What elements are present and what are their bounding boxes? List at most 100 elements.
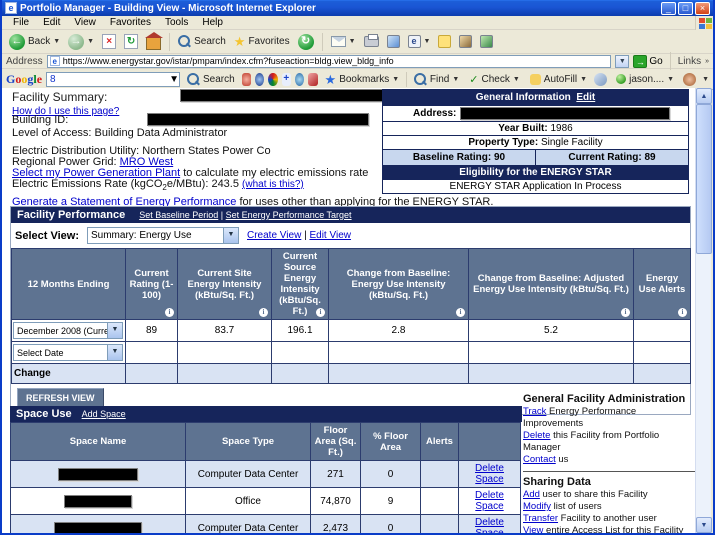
change-eui-value: 2.8 — [328, 319, 469, 342]
popup-blocker-icon[interactable] — [308, 72, 318, 86]
favorites-button[interactable]: ★ Favorites — [231, 34, 293, 49]
address-input[interactable]: e https://www.energystar.gov/istar/pmpam… — [46, 54, 612, 68]
toolbar-separator — [669, 52, 671, 70]
delete-space-link[interactable]: Delete Space — [475, 490, 504, 512]
web-globe-icon[interactable] — [254, 72, 265, 86]
translate-icon[interactable] — [294, 72, 305, 86]
check-button[interactable]: ✓ Check ▼ — [466, 72, 523, 87]
mail-button[interactable]: ▼ — [328, 35, 359, 48]
print-button[interactable] — [361, 34, 382, 48]
links-more-icon[interactable]: » — [705, 58, 709, 65]
forward-dropdown-icon[interactable]: ▼ — [87, 38, 94, 45]
info-icon[interactable]: i — [621, 308, 630, 317]
modify-users-link[interactable]: Modify — [523, 501, 551, 512]
search-icon — [178, 35, 191, 48]
refresh-button[interactable]: ↻ — [121, 33, 141, 50]
view-select[interactable]: Summary: Energy Use ▼ — [87, 227, 239, 244]
menu-help[interactable]: Help — [195, 17, 230, 28]
google-search-input[interactable]: 8 ▼ — [46, 71, 180, 87]
menu-edit[interactable]: Edit — [36, 17, 67, 28]
space-name-redacted — [58, 467, 138, 481]
create-view-link[interactable]: Create View — [247, 230, 301, 241]
go-arrow-icon: → — [633, 54, 648, 68]
back-dropdown-icon[interactable]: ▼ — [53, 38, 60, 45]
scroll-down-icon[interactable]: ▼ — [696, 517, 712, 533]
menu-view[interactable]: View — [67, 17, 103, 28]
account-button[interactable]: jason.... ▼ — [613, 73, 677, 86]
building-id-label: Building ID: — [12, 114, 69, 126]
search-button[interactable]: Search — [175, 34, 229, 49]
building-id-redacted — [147, 113, 369, 126]
back-icon: ← — [9, 33, 25, 50]
notes-button[interactable] — [435, 34, 454, 49]
close-button[interactable]: × — [695, 1, 710, 15]
settings-gear-icon[interactable] — [683, 72, 697, 86]
spinner-icon[interactable] — [268, 72, 278, 86]
edit-button[interactable] — [384, 34, 403, 49]
set-energy-target-link[interactable]: Set Energy Performance Target — [226, 210, 352, 220]
period-select-current[interactable]: December 2008 (Current) ▼ — [13, 322, 123, 339]
title-bar: e Portfolio Manager - Building View - Mi… — [2, 0, 713, 16]
period-select-empty[interactable]: Select Date ▼ — [13, 344, 123, 361]
delete-space-link[interactable]: Delete Space — [475, 463, 504, 485]
contact-link[interactable]: Contact — [523, 454, 556, 465]
source-eui-value: 196.1 — [271, 319, 329, 342]
discuss-button[interactable]: e ▼ — [405, 34, 434, 49]
add-user-link[interactable]: Add — [523, 489, 540, 500]
notes-icon — [438, 35, 452, 48]
space-name-redacted — [64, 494, 132, 508]
change-label: Change — [11, 363, 126, 384]
go-button[interactable]: → Go — [633, 54, 663, 68]
info-icon[interactable]: i — [259, 308, 268, 317]
wrench-icon[interactable] — [594, 72, 608, 86]
edit-general-info-link[interactable]: Edit — [576, 92, 595, 103]
info-icon[interactable]: i — [456, 308, 465, 317]
stop-button[interactable]: × — [99, 33, 119, 50]
bookmarks-button[interactable]: ★ Bookmarks ▼ — [322, 72, 403, 87]
track-link[interactable]: Track — [523, 406, 546, 417]
toolbar-separator — [321, 32, 323, 51]
menu-file[interactable]: File — [6, 17, 36, 28]
select-view-label: Select View: — [15, 229, 79, 242]
home-button[interactable] — [143, 31, 164, 51]
messenger-button[interactable] — [477, 34, 496, 49]
google-search-dropdown-icon[interactable]: ▼ — [166, 72, 179, 86]
share-icon[interactable] — [241, 72, 251, 86]
mail-dropdown-icon[interactable]: ▼ — [349, 38, 356, 45]
back-button[interactable]: ← Back ▼ — [6, 33, 63, 51]
delete-space-link[interactable]: Delete Space — [475, 517, 504, 533]
settings-dropdown-icon[interactable]: ▼ — [702, 76, 709, 83]
transfer-facility-link[interactable]: Transfer — [523, 513, 558, 524]
add-icon[interactable]: + — [281, 72, 291, 86]
find-button[interactable]: Find ▼ — [411, 72, 462, 87]
links-label[interactable]: Links — [678, 56, 701, 67]
vertical-scrollbar[interactable]: ▲ ▼ — [695, 88, 712, 533]
what-is-this-link[interactable]: (what is this?) — [242, 179, 304, 190]
menu-tools[interactable]: Tools — [158, 17, 195, 28]
scrollbar-thumb[interactable] — [696, 104, 712, 254]
restore-button[interactable]: □ — [678, 1, 693, 15]
period-select-arrow-icon: ▼ — [107, 323, 122, 338]
minimize-button[interactable]: _ — [661, 1, 676, 15]
set-baseline-period-link[interactable]: Set Baseline Period — [139, 210, 218, 220]
view-access-list-link[interactable]: View — [523, 525, 543, 533]
facility-name-redacted — [180, 89, 390, 102]
scroll-up-icon[interactable]: ▲ — [696, 88, 712, 104]
info-icon[interactable]: i — [316, 308, 325, 317]
info-icon[interactable]: i — [678, 308, 687, 317]
research-button[interactable] — [456, 34, 475, 49]
info-icon[interactable]: i — [165, 308, 174, 317]
refresh-view-button[interactable]: REFRESH VIEW — [17, 388, 104, 408]
google-search-button[interactable]: Search — [184, 72, 238, 87]
autofill-button[interactable]: AutoFill ▼ — [527, 73, 590, 86]
edit-view-link[interactable]: Edit View — [309, 230, 351, 241]
ie-page-icon: e — [5, 2, 17, 14]
forward-button[interactable]: → ▼ — [65, 33, 97, 51]
menu-favorites[interactable]: Favorites — [103, 17, 158, 28]
address-dropdown-icon[interactable]: ▼ — [615, 54, 630, 68]
add-space-link[interactable]: Add Space — [82, 409, 126, 419]
discuss-dropdown-icon[interactable]: ▼ — [424, 38, 431, 45]
performance-header-row: 12 Months Ending Current Rating (1-100) i… — [11, 248, 691, 320]
delete-facility-link[interactable]: Delete — [523, 430, 550, 441]
history-button[interactable]: ↻ — [295, 33, 317, 51]
